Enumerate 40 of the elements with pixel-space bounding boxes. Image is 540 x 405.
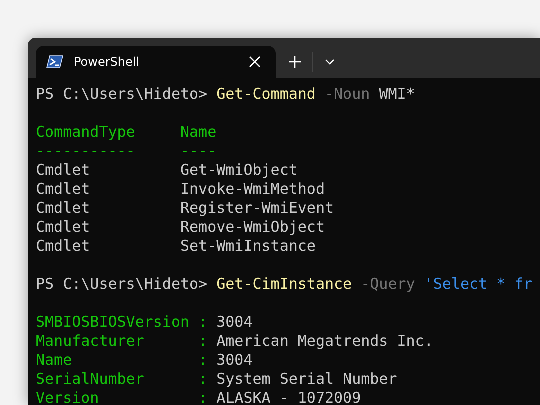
property-name: SerialNumber bbox=[36, 370, 144, 388]
table-cell: Register-WmiEvent bbox=[180, 199, 334, 217]
property-name: Manufacturer bbox=[36, 332, 144, 350]
prompt-text: PS C:\Users\Hideto> bbox=[36, 85, 208, 104]
powershell-icon bbox=[46, 55, 64, 69]
parameter-text: -Query bbox=[361, 275, 416, 294]
terminal-tab[interactable]: PowerShell bbox=[36, 46, 276, 78]
separator-text: : bbox=[198, 370, 208, 389]
property-value: System Serial Number bbox=[216, 370, 398, 389]
table-cell: Set-WmiInstance bbox=[180, 237, 316, 255]
column-header: CommandType bbox=[36, 123, 136, 141]
property-name: Version bbox=[36, 389, 100, 405]
separator-text: : bbox=[198, 313, 208, 332]
property-name: Name bbox=[36, 351, 72, 369]
table-cell: Remove-WmiObject bbox=[180, 218, 325, 236]
table-cell: Get-WmiObject bbox=[180, 161, 298, 179]
table-cell: Cmdlet bbox=[36, 218, 90, 236]
property-value: ALASKA - 1072009 bbox=[216, 389, 362, 405]
table-cell: Cmdlet bbox=[36, 199, 90, 217]
property-name: SMBIOSBIOSVersion bbox=[36, 313, 190, 331]
prompt-text: PS C:\Users\Hideto> bbox=[36, 275, 208, 294]
header-rule-text: ----------- bbox=[36, 142, 136, 160]
table-cell: Cmdlet bbox=[36, 161, 90, 179]
tab-title: PowerShell bbox=[74, 55, 141, 69]
property-value: 3004 bbox=[216, 351, 253, 370]
parameter-text: -Noun bbox=[325, 85, 370, 104]
table-cell: Cmdlet bbox=[36, 237, 90, 255]
separator-text: : bbox=[198, 389, 208, 405]
argument-text: WMI* bbox=[379, 85, 416, 104]
header-rule-text: ---- bbox=[180, 142, 217, 160]
argument-text: 'Select * fr bbox=[424, 275, 533, 294]
separator-text: : bbox=[198, 351, 208, 370]
command-text: Get-Command bbox=[216, 85, 316, 104]
table-cell: Invoke-WmiMethod bbox=[180, 180, 325, 198]
command-text: Get-CimInstance bbox=[216, 275, 352, 294]
property-value: 3004 bbox=[216, 313, 253, 332]
separator-text: : bbox=[198, 332, 208, 351]
table-cell: Cmdlet bbox=[36, 180, 90, 198]
property-value: American Megatrends Inc. bbox=[216, 332, 434, 351]
column-header: Name bbox=[180, 123, 217, 141]
